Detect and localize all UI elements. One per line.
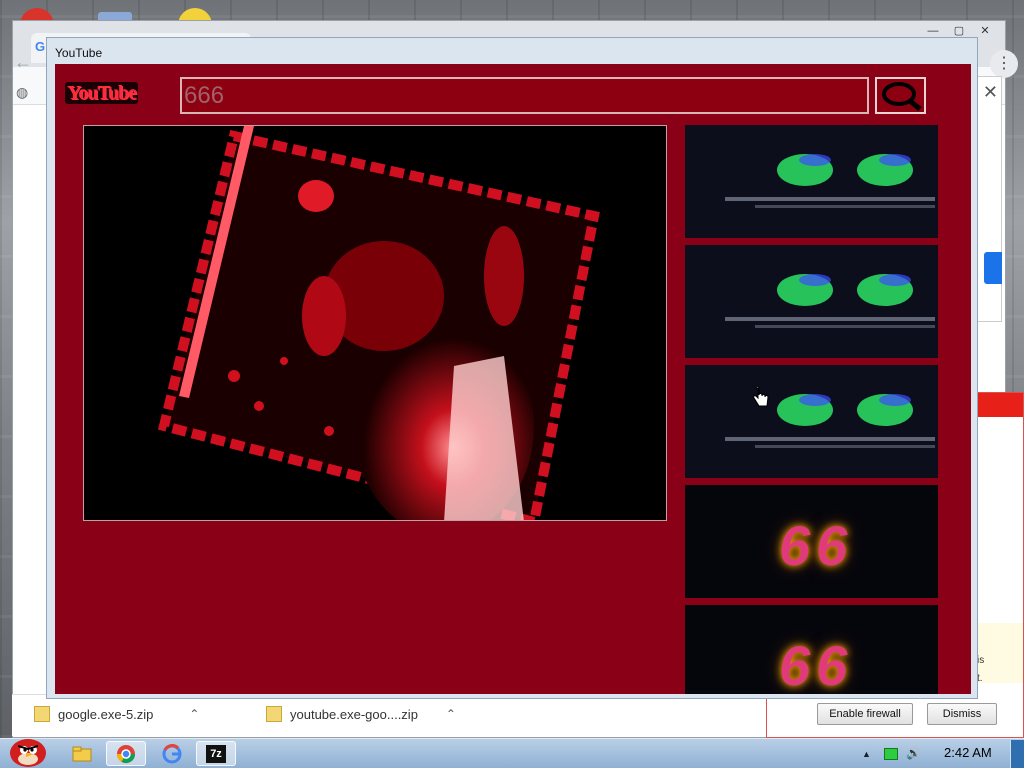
magnifier-icon <box>881 81 922 111</box>
thumbnail-2[interactable] <box>685 245 938 358</box>
thumbnail-5[interactable]: 66 <box>685 605 938 694</box>
tray-arrow-icon[interactable]: ▲ <box>862 749 871 759</box>
chevron-up-icon[interactable]: ⌃ <box>446 707 456 721</box>
zip-file-icon <box>34 706 50 722</box>
google-tab-icon: G <box>35 39 46 54</box>
globe-icon: ◍ <box>16 84 29 100</box>
window-title: YouTube <box>55 46 103 60</box>
chrome-taskbar-button[interactable] <box>106 741 146 766</box>
dismiss-button[interactable]: Dismiss <box>927 703 997 725</box>
7zip-taskbar-button[interactable]: 7z <box>196 741 236 766</box>
popup-blue-button[interactable] <box>984 252 1002 284</box>
show-desktop-button[interactable] <box>1010 740 1024 768</box>
youtube-window: YouTube YouTube 666 66 66 <box>46 37 978 699</box>
thumbnail-3[interactable] <box>685 365 938 478</box>
volume-tray-icon[interactable]: 🔊 <box>906 746 921 760</box>
chevron-up-icon[interactable]: ⌃ <box>189 707 199 721</box>
thumbnail-1[interactable] <box>685 125 938 238</box>
glitch-image <box>685 365 938 478</box>
video-player[interactable] <box>83 125 667 521</box>
explorer-taskbar-button[interactable] <box>62 741 102 766</box>
notification-text-is: is <box>977 655 985 666</box>
download-item-youtube[interactable]: youtube.exe-goo....zip ⌃ <box>266 700 456 728</box>
zip-file-icon <box>266 706 282 722</box>
popup-close-icon[interactable]: ✕ <box>983 82 998 103</box>
glitch-image <box>685 125 938 238</box>
enable-firewall-button[interactable]: Enable firewall <box>817 703 913 725</box>
logo-text: YouTube <box>65 82 138 104</box>
thumbnail-digits: 66 <box>779 514 854 577</box>
download-item-google[interactable]: google.exe-5.zip ⌃ <box>34 700 199 728</box>
chrome-icon <box>117 744 135 763</box>
search-input[interactable] <box>180 77 869 114</box>
taskbar-clock[interactable]: 2:42 AM <box>944 745 992 760</box>
google-g-icon <box>162 743 182 763</box>
thumbnail-4[interactable]: 66 <box>685 485 938 598</box>
glitch-image <box>685 245 938 358</box>
download-filename: youtube.exe-goo....zip <box>290 706 418 722</box>
video-frame-image <box>84 126 666 520</box>
search-button[interactable] <box>875 77 926 114</box>
back-arrow-icon[interactable]: ← <box>14 52 32 73</box>
youtube-logo: YouTube <box>65 78 151 108</box>
7zip-icon: 7z <box>206 744 226 763</box>
youtube-content: YouTube 666 66 66 <box>55 64 971 694</box>
angry-bird-start-icon[interactable] <box>4 733 48 768</box>
hand-cursor-icon <box>753 387 769 407</box>
download-filename: google.exe-5.zip <box>58 706 154 722</box>
google-taskbar-button[interactable] <box>152 741 192 766</box>
folder-icon <box>72 746 92 761</box>
network-tray-icon[interactable] <box>884 748 898 760</box>
thumbnail-digits: 66 <box>779 634 854 694</box>
chrome-menu-button[interactable]: ⋮ <box>990 50 1018 78</box>
